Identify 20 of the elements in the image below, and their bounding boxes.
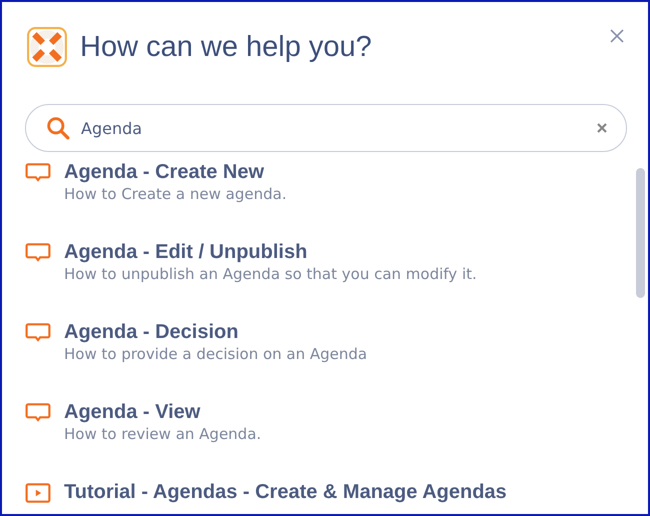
dialog-title: How can we help you? [80,30,373,64]
result-link[interactable]: Agenda - Decision [64,321,368,344]
scrollbar-thumb[interactable] [636,168,645,298]
play-icon [25,482,51,504]
result-link[interactable]: Tutorial - Agendas - Create & Manage Agendas [64,481,507,504]
search-bar[interactable]: Agenda [25,104,627,152]
search-field[interactable]: Agenda [81,118,594,138]
result-link[interactable]: Agenda - Create New [64,161,287,184]
speech-bubble-icon [25,322,51,344]
result-description: How to Create a new agenda. [64,184,287,205]
lifebuoy-icon [26,26,68,68]
search-icon [46,116,70,140]
speech-bubble-icon [25,162,51,184]
result-link[interactable]: Agenda - View [64,401,262,424]
speech-bubble-icon [25,402,51,424]
result-description: How to provide a decision on an Agenda [64,344,368,365]
speech-bubble-icon [25,242,51,264]
result-link[interactable]: Agenda - Edit / Unpublish [64,241,477,264]
result-description: How to review an Agenda. [64,424,262,445]
result-description: How to unpublish an Agenda so that you can modify it. [64,264,477,285]
